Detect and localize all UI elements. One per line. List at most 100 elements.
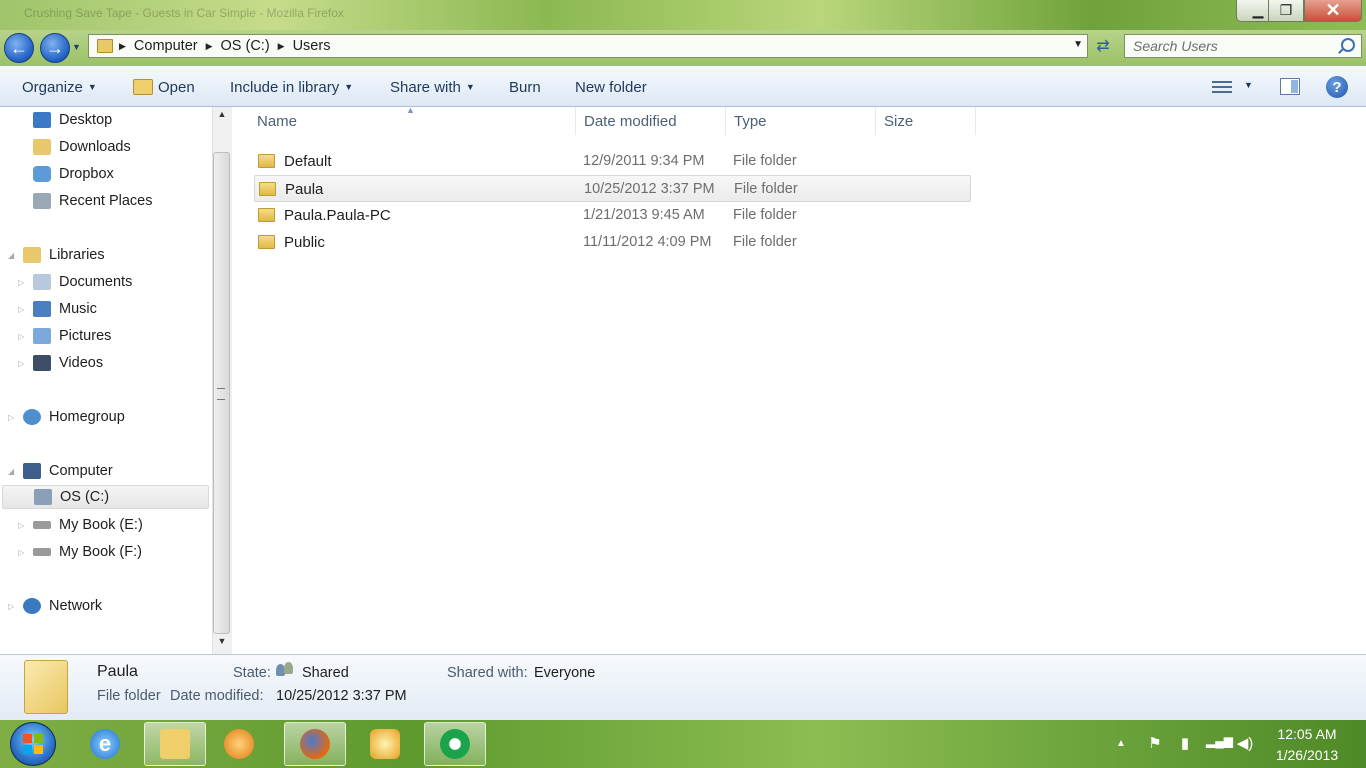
burn-button[interactable]: Burn <box>509 79 541 96</box>
column-header-name[interactable]: Name <box>249 107 576 135</box>
dropbox-icon <box>33 166 51 182</box>
show-hidden-icons-button[interactable]: ▲ <box>1116 738 1126 749</box>
close-button[interactable]: ✕ <box>1304 0 1362 22</box>
taskbar-app[interactable] <box>424 722 486 766</box>
scroll-up-icon[interactable]: ▲ <box>212 109 232 125</box>
action-center-flag-icon[interactable]: ⚑ <box>1146 734 1164 752</box>
nav-item-documents[interactable]: ▷ Documents <box>18 270 132 294</box>
expand-arrow-icon[interactable]: ▷ <box>18 305 24 314</box>
expand-arrow-icon[interactable]: ▷ <box>18 278 24 287</box>
more-views-dropdown[interactable]: ▼ <box>1244 80 1253 90</box>
table-row[interactable]: Public 11/11/2012 4:09 PM File folder <box>254 229 971 256</box>
nav-item-pictures[interactable]: ▷ Pictures <box>18 324 111 348</box>
organize-button[interactable]: Organize ▼ <box>22 79 97 96</box>
breadcrumb-separator-icon[interactable]: ▶ <box>278 41 285 52</box>
nav-item-os-c[interactable]: OS (C:) <box>2 485 209 509</box>
folder-icon <box>258 235 275 249</box>
refresh-button[interactable]: ⇄ <box>1092 36 1114 56</box>
network-icon <box>23 598 41 614</box>
expand-arrow-icon[interactable]: ▷ <box>18 359 24 368</box>
scroll-grip-icon <box>217 388 225 400</box>
homegroup-icon <box>23 409 41 425</box>
file-type: File folder <box>734 181 798 197</box>
include-in-library-button[interactable]: Include in library ▼ <box>230 79 353 96</box>
start-button[interactable] <box>10 722 56 766</box>
address-bar[interactable]: ▶ Computer ▶ OS (C:) ▶ Users ▼ <box>88 34 1088 58</box>
taskbar-windows-explorer[interactable] <box>144 722 206 766</box>
computer-icon <box>23 463 41 479</box>
expand-arrow-icon[interactable]: ▷ <box>8 602 14 611</box>
new-folder-button[interactable]: New folder <box>575 79 647 96</box>
taskbar-outlook[interactable] <box>354 722 416 766</box>
clock-date[interactable]: 1/26/2013 <box>1262 747 1352 763</box>
nav-item-my-book-e[interactable]: ▷ My Book (E:) <box>18 513 143 537</box>
folder-icon <box>97 39 113 53</box>
breadcrumb-separator-icon[interactable]: ▶ <box>119 41 126 52</box>
recent-places-icon <box>33 193 51 209</box>
nav-item-computer[interactable]: ◢ Computer <box>8 459 113 483</box>
file-date: 12/9/2011 9:34 PM <box>583 153 705 169</box>
nav-item-videos[interactable]: ▷ Videos <box>18 351 103 375</box>
file-name: Default <box>284 153 332 170</box>
expand-arrow-icon[interactable]: ▷ <box>18 521 24 530</box>
downloads-folder-icon <box>33 139 51 155</box>
preview-pane-button[interactable] <box>1280 78 1300 95</box>
taskbar-firefox[interactable] <box>284 722 346 766</box>
expand-arrow-icon[interactable]: ▷ <box>18 548 24 557</box>
nav-item-label: Music <box>59 301 97 317</box>
nav-item-label: My Book (F:) <box>59 544 142 560</box>
maximize-button[interactable]: ❐ <box>1268 0 1304 22</box>
search-input[interactable]: Search Users <box>1124 34 1362 58</box>
expand-arrow-icon[interactable]: ▷ <box>18 332 24 341</box>
address-dropdown-icon[interactable]: ▼ <box>1073 39 1083 50</box>
nav-item-homegroup[interactable]: ▷ Homegroup <box>8 405 125 429</box>
nav-item-label: Computer <box>49 463 113 479</box>
videos-icon <box>33 355 51 371</box>
recent-pages-dropdown[interactable]: ▼ <box>72 42 81 52</box>
clock-time[interactable]: 12:05 AM <box>1262 726 1352 742</box>
title-bar: Crushing Save Tape - Guests in Car Simpl… <box>0 0 1366 30</box>
windows-logo-piece <box>23 745 32 754</box>
nav-item-my-book-f[interactable]: ▷ My Book (F:) <box>18 540 142 564</box>
chevron-down-icon: ▼ <box>465 82 475 92</box>
expand-arrow-icon[interactable]: ◢ <box>8 251 14 260</box>
breadcrumb-users[interactable]: Users <box>285 38 339 54</box>
nav-item-recent-places[interactable]: Recent Places <box>33 189 153 213</box>
command-bar <box>0 66 1366 107</box>
column-header-size[interactable]: Size <box>876 107 976 135</box>
nav-item-libraries[interactable]: ◢ Libraries <box>8 243 105 267</box>
help-button[interactable]: ? <box>1326 76 1348 98</box>
column-header-type[interactable]: Type <box>726 107 876 135</box>
nav-item-dropbox[interactable]: Dropbox <box>33 162 114 186</box>
taskbar-internet-explorer[interactable]: e <box>74 722 136 766</box>
search-icon[interactable] <box>1341 38 1355 52</box>
external-drive-icon <box>33 521 51 529</box>
nav-item-network[interactable]: ▷ Network <box>8 594 102 618</box>
breadcrumb-separator-icon[interactable]: ▶ <box>206 41 213 52</box>
share-with-button[interactable]: Share with ▼ <box>390 79 475 96</box>
shared-users-icon <box>276 662 296 678</box>
forward-button[interactable]: → <box>40 33 70 63</box>
open-folder-icon[interactable] <box>133 79 153 95</box>
change-view-icon[interactable] <box>1212 78 1232 94</box>
scroll-down-icon[interactable]: ▼ <box>212 636 232 652</box>
expand-arrow-icon[interactable]: ◢ <box>8 467 14 476</box>
table-row[interactable]: Paula.Paula-PC 1/21/2013 9:45 AM File fo… <box>254 202 971 229</box>
volume-icon[interactable]: ◀) <box>1236 734 1254 752</box>
network-signal-icon[interactable]: ▂▄▆ <box>1206 734 1233 752</box>
file-date: 11/11/2012 4:09 PM <box>583 234 712 250</box>
expand-arrow-icon[interactable]: ▷ <box>8 413 14 422</box>
power-icon[interactable]: ▮ <box>1176 734 1194 752</box>
taskbar-media-player[interactable] <box>208 722 270 766</box>
table-row[interactable]: Default 12/9/2011 9:34 PM File folder <box>254 148 971 175</box>
nav-item-desktop[interactable]: Desktop <box>33 108 112 132</box>
breadcrumb-computer[interactable]: Computer <box>126 38 206 54</box>
table-row-selected[interactable]: Paula 10/25/2012 3:37 PM File folder <box>254 175 971 202</box>
open-button[interactable]: Open <box>158 79 195 96</box>
nav-item-downloads[interactable]: Downloads <box>33 135 131 159</box>
breadcrumb-os-c[interactable]: OS (C:) <box>213 38 278 54</box>
column-header-date[interactable]: Date modified <box>576 107 726 135</box>
internet-explorer-icon: e <box>90 729 120 759</box>
back-button[interactable]: ← <box>4 33 34 63</box>
nav-item-music[interactable]: ▷ Music <box>18 297 97 321</box>
